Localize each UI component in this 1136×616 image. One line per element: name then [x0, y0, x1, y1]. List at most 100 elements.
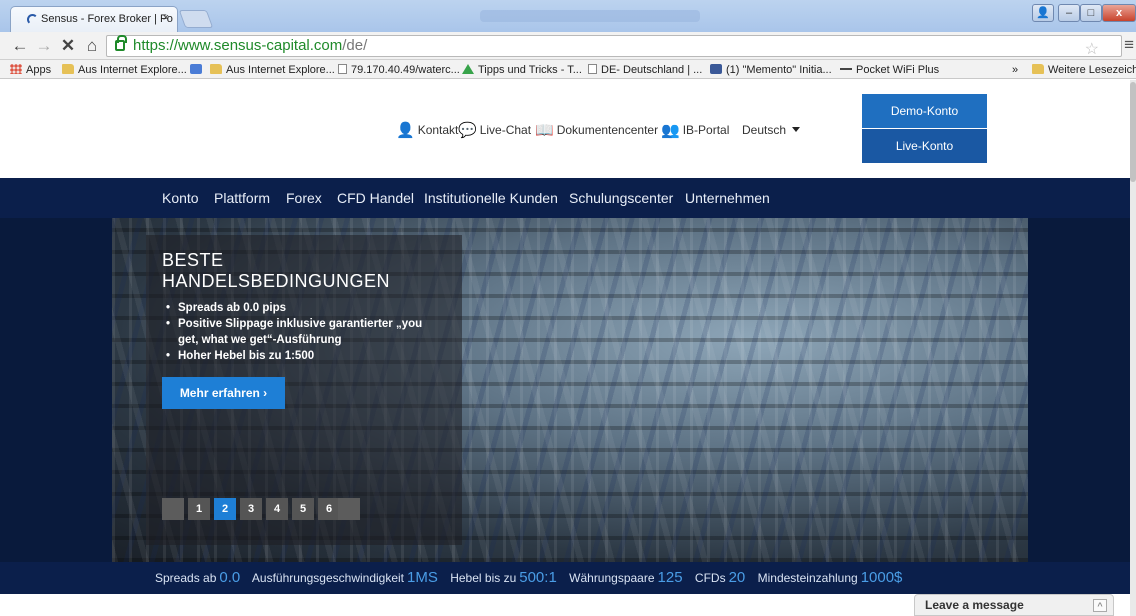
live-account-button[interactable]: Live-Konto [862, 129, 987, 163]
bookmark-label: Aus Internet Explore... [78, 64, 187, 76]
bookmark-apps[interactable]: Apps [10, 63, 51, 77]
bookmark-item[interactable]: (1) "Memento" Initia... [710, 63, 832, 77]
back-arrow-icon[interactable]: ← [10, 36, 30, 56]
window-title-blur [480, 10, 700, 22]
bookmark-label: Apps [26, 64, 52, 76]
bookmark-item[interactable]: Aus Internet Explore... [210, 63, 335, 77]
group-icon: 👥 [661, 122, 680, 139]
chevron-up-icon[interactable]: ^ [1093, 599, 1107, 612]
site-header: 👤 Kontakt 💬 Live-Chat 📖 Dokumentencenter 👥 I… [0, 80, 1136, 178]
bookmark-label: DE- Deutschland | ... [601, 64, 703, 76]
browser-tabstrip: Sensus - Forex Broker | Fo × 👤 – □ x [0, 0, 1136, 32]
minimize-button[interactable]: – [1058, 4, 1080, 22]
stat-label: Ausführungsgeschwindigkeit [251, 571, 405, 585]
chevron-down-icon [792, 127, 801, 132]
folder-icon [210, 64, 222, 74]
link-label: Dokumentencenter [556, 123, 659, 137]
pager-item-4[interactable]: 4 [266, 498, 288, 520]
hero-title-line: BESTE [162, 250, 224, 270]
bookmark-item[interactable]: Aus Internet Explore... [62, 63, 187, 77]
bookmark-label: Pocket WiFi Plus [856, 64, 940, 76]
close-window-button[interactable]: x [1102, 4, 1136, 22]
address-bar[interactable]: https://www.sensus-capital.com/de/ ☆ [106, 35, 1122, 60]
page-icon [338, 64, 347, 74]
stat-value: 125 [657, 569, 683, 586]
pager-item-3[interactable]: 3 [240, 498, 262, 520]
hero-bullet: Positive Slippage inklusive garantierter… [166, 316, 436, 348]
nav-item-institutionelle-kunden[interactable]: Institutionelle Kunden [424, 190, 558, 206]
folder-icon [62, 64, 74, 74]
nav-item-plattform[interactable]: Plattform [214, 190, 270, 206]
browser-menu-icon[interactable]: ≡ [1124, 35, 1134, 55]
folder-icon [1032, 64, 1044, 74]
stat-value: 0.0 [219, 569, 241, 586]
facebook-icon [710, 64, 722, 74]
stop-icon[interactable]: ✕ [58, 36, 78, 56]
stat-value: 1000$ [860, 569, 903, 586]
bookmarks-bar: Apps Aus Internet Explore... Aus Interne… [0, 60, 1136, 79]
forward-arrow-icon[interactable]: → [34, 36, 54, 56]
apps-icon [10, 64, 22, 74]
new-tab-button[interactable] [178, 10, 214, 28]
pager-next[interactable] [338, 498, 360, 520]
slider-pager: 1 2 3 4 5 6 [162, 498, 360, 520]
dash-icon [840, 68, 852, 70]
nav-item-forex[interactable]: Forex [286, 190, 322, 206]
book-icon: 📖 [535, 122, 554, 139]
pager-item-6[interactable]: 6 [318, 498, 340, 520]
bookmark-label: Weitere Lesezeichen [1048, 64, 1136, 76]
loading-icon [27, 14, 38, 25]
stat-label: Mindesteinzahlung [757, 571, 858, 585]
browser-tab[interactable]: Sensus - Forex Broker | Fo × [10, 6, 178, 32]
page-icon [588, 64, 597, 74]
hero-bullet: Hoher Hebel bis zu 1:500 [166, 348, 436, 364]
home-icon[interactable]: ⌂ [82, 36, 102, 56]
stat-value: 500:1 [519, 569, 557, 586]
bookmarks-overflow-button[interactable]: » [1012, 63, 1018, 77]
kontakt-link[interactable]: 👤 Kontakt [396, 122, 458, 139]
pager-prev[interactable] [162, 498, 184, 520]
bookmark-star-icon[interactable]: ☆ [1085, 40, 1099, 60]
stats-bar: Spreads ab 0.0 Ausführungsgeschwindigkeit… [0, 562, 1136, 594]
stat-label: CFDs [694, 571, 726, 585]
ib-portal-link[interactable]: 👥 IB-Portal [661, 122, 729, 139]
hero-title-line: HANDELSBEDINGUNGEN [162, 271, 391, 291]
stat-label: Spreads ab [155, 571, 217, 585]
hero-title: BESTE HANDELSBEDINGUNGEN [162, 250, 442, 292]
bookmark-item[interactable]: Tipps und Tricks - T... [462, 63, 582, 77]
tab-close-icon[interactable]: × [163, 12, 169, 24]
maximize-button[interactable]: □ [1080, 4, 1102, 22]
link-label: Kontakt [417, 123, 459, 137]
dokumentencenter-link[interactable]: 📖 Dokumentencenter [535, 122, 658, 139]
link-label: IB-Portal [682, 123, 730, 137]
mehr-erfahren-button[interactable]: Mehr erfahren › [162, 377, 285, 409]
user-icon[interactable]: 👤 [1032, 4, 1054, 22]
person-icon: 👤 [396, 122, 415, 139]
pager-item-2[interactable]: 2 [214, 498, 236, 520]
bookmark-other-folder[interactable]: Weitere Lesezeichen [1032, 63, 1136, 77]
hero-bullet-list: Spreads ab 0.0 pips Positive Slippage in… [166, 300, 436, 364]
pager-item-5[interactable]: 5 [292, 498, 314, 520]
bookmark-label: (1) "Memento" Initia... [726, 64, 832, 76]
bookmark-item[interactable]: 79.170.40.49/waterc... [338, 63, 460, 77]
lock-icon [115, 35, 127, 51]
nav-item-cfd-handel[interactable]: CFD Handel [337, 190, 414, 206]
tab-title: Sensus - Forex Broker | Fo [41, 13, 173, 25]
bookmark-item[interactable]: Pocket WiFi Plus [840, 63, 939, 77]
language-select[interactable]: Deutsch [742, 122, 801, 138]
pager-item-1[interactable]: 1 [188, 498, 210, 520]
nav-item-unternehmen[interactable]: Unternehmen [685, 190, 770, 206]
live-chat-link[interactable]: 💬 Live-Chat [458, 122, 531, 139]
demo-account-button[interactable]: Demo-Konto [862, 94, 987, 128]
bookmark-item[interactable]: DE- Deutschland | ... [588, 63, 702, 77]
bookmark-item[interactable] [190, 63, 206, 77]
stat-value: 1MS [407, 569, 438, 586]
main-nav: Konto Plattform Forex CFD Handel Institu… [0, 178, 1136, 218]
nav-item-schulungscenter[interactable]: Schulungscenter [569, 190, 673, 206]
nav-item-konto[interactable]: Konto [162, 190, 199, 206]
leave-message-widget[interactable]: Leave a message ^ [914, 594, 1114, 616]
stat-label: Hebel bis zu [450, 571, 517, 585]
hero-bullet: Spreads ab 0.0 pips [166, 300, 436, 316]
stat-value: 20 [728, 569, 746, 586]
scrollbar-thumb[interactable] [1130, 82, 1136, 182]
